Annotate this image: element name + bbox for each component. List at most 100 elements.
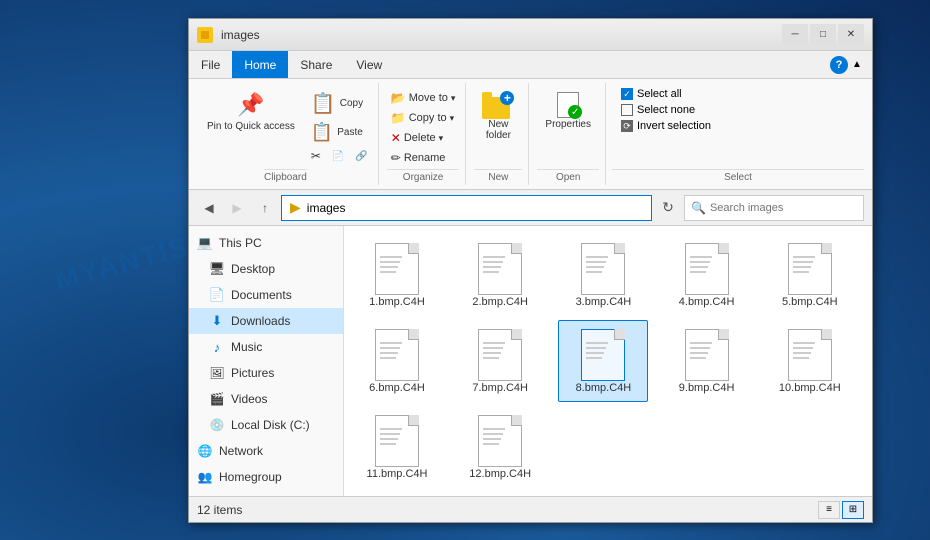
file-item[interactable]: 4.bmp.C4H bbox=[662, 234, 752, 316]
sidebar-item-music[interactable]: Music bbox=[189, 334, 343, 360]
file-name: 1.bmp.C4H bbox=[369, 296, 425, 309]
open-label: Open bbox=[537, 169, 599, 185]
invert-selection-button[interactable]: ⟳ Invert selection bbox=[618, 119, 858, 133]
details-view-button[interactable]: ≡ bbox=[818, 501, 840, 519]
delete-icon: ✕ bbox=[391, 131, 401, 145]
organize-label: Organize bbox=[387, 169, 460, 185]
forward-button[interactable]: ▶ bbox=[225, 196, 249, 220]
address-folder-icon: ▶ bbox=[290, 199, 301, 216]
file-item[interactable]: 2.bmp.C4H bbox=[455, 234, 545, 316]
window-controls: ─ □ ✕ bbox=[782, 24, 864, 46]
rename-button[interactable]: ✏ Rename bbox=[387, 149, 460, 167]
file-item[interactable]: 12.bmp.C4H bbox=[455, 406, 545, 488]
file-name: 4.bmp.C4H bbox=[679, 296, 735, 309]
delete-button[interactable]: ✕ Delete ▾ bbox=[387, 129, 460, 147]
pin-to-quick-access-button[interactable]: 📌 Pin to Quick access bbox=[199, 87, 303, 137]
sidebar-item-pictures[interactable]: Pictures bbox=[189, 360, 343, 386]
rename-icon: ✏ bbox=[391, 151, 401, 165]
file-paper-icon bbox=[478, 329, 522, 381]
tiles-view-button[interactable]: ⊞ bbox=[842, 501, 864, 519]
copy-path-button[interactable]: 📄 bbox=[328, 147, 348, 165]
properties-button[interactable]: ✓ Properties bbox=[537, 87, 599, 134]
file-name: 12.bmp.C4H bbox=[469, 468, 531, 481]
window-title: images bbox=[221, 28, 782, 42]
view-buttons: ≡ ⊞ bbox=[818, 501, 864, 519]
back-button[interactable]: ◀ bbox=[197, 196, 221, 220]
sidebar-item-local-disk[interactable]: Local Disk (C:) bbox=[189, 412, 343, 438]
clipboard-label: Clipboard bbox=[264, 169, 307, 185]
copy-button[interactable]: 📋 Copy bbox=[307, 89, 372, 118]
ribbon-collapse-button[interactable]: ▲ bbox=[848, 58, 866, 72]
title-bar: images ─ □ ✕ bbox=[189, 19, 872, 51]
window-icon bbox=[197, 27, 213, 43]
status-bar: 12 items ≡ ⊞ bbox=[189, 496, 872, 522]
menu-home[interactable]: Home bbox=[232, 51, 288, 78]
copy-to-button[interactable]: 📁 Copy to ▾ bbox=[387, 109, 460, 127]
desktop-icon bbox=[209, 261, 225, 277]
file-item[interactable]: 6.bmp.C4H bbox=[352, 320, 442, 402]
main-area: This PC Desktop Documents Downloads Musi… bbox=[189, 226, 872, 496]
paste-shortcut-icon: 🔗 bbox=[355, 151, 367, 162]
up-button[interactable]: ↑ bbox=[253, 196, 277, 220]
paste-shortcut-button[interactable]: 🔗 bbox=[351, 147, 371, 165]
file-item[interactable]: 5.bmp.C4H bbox=[765, 234, 855, 316]
menu-file[interactable]: File bbox=[189, 51, 232, 78]
move-to-dropdown-icon: ▾ bbox=[451, 93, 456, 104]
file-item[interactable]: 9.bmp.C4H bbox=[662, 320, 752, 402]
sidebar-item-this-pc[interactable]: This PC bbox=[189, 230, 343, 256]
file-item[interactable]: 1.bmp.C4H bbox=[352, 234, 442, 316]
file-paper-icon bbox=[788, 243, 832, 295]
file-item[interactable]: 3.bmp.C4H bbox=[558, 234, 648, 316]
network-icon bbox=[197, 443, 213, 459]
select-all-icon bbox=[621, 88, 633, 100]
help-button[interactable]: ? bbox=[830, 56, 848, 74]
clipboard-group: 📌 Pin to Quick access 📋 Copy 📋 Paste bbox=[193, 83, 379, 185]
sidebar-item-desktop[interactable]: Desktop bbox=[189, 256, 343, 282]
minimize-button[interactable]: ─ bbox=[782, 24, 808, 46]
file-name: 10.bmp.C4H bbox=[779, 382, 841, 395]
file-item[interactable]: 7.bmp.C4H bbox=[455, 320, 545, 402]
close-button[interactable]: ✕ bbox=[838, 24, 864, 46]
new-folder-button[interactable]: + New folder bbox=[474, 87, 522, 145]
copy-path-icon: 📄 bbox=[332, 151, 344, 162]
select-none-icon bbox=[621, 104, 633, 116]
file-icon bbox=[683, 241, 731, 292]
refresh-button[interactable]: ↻ bbox=[656, 196, 680, 220]
file-icon bbox=[373, 413, 421, 464]
file-paper-icon bbox=[478, 243, 522, 295]
file-name: 5.bmp.C4H bbox=[782, 296, 838, 309]
file-name: 9.bmp.C4H bbox=[679, 382, 735, 395]
select-none-button[interactable]: Select none bbox=[618, 103, 858, 117]
sidebar-item-videos[interactable]: Videos bbox=[189, 386, 343, 412]
maximize-button[interactable]: □ bbox=[810, 24, 836, 46]
address-bar: ◀ ▶ ↑ ▶ images ↻ 🔍 bbox=[189, 190, 872, 226]
new-folder-icon: + bbox=[482, 91, 514, 119]
sidebar-item-downloads[interactable]: Downloads bbox=[189, 308, 343, 334]
select-all-button[interactable]: Select all bbox=[618, 87, 858, 101]
move-to-button[interactable]: 📂 Move to ▾ bbox=[387, 89, 460, 107]
file-item[interactable]: 8.bmp.C4H bbox=[558, 320, 648, 402]
search-input[interactable] bbox=[710, 202, 857, 214]
pin-icon: 📌 bbox=[237, 91, 265, 119]
file-item[interactable]: 10.bmp.C4H bbox=[765, 320, 855, 402]
file-name: 6.bmp.C4H bbox=[369, 382, 425, 395]
downloads-icon bbox=[209, 313, 225, 329]
copy-icon: 📋 bbox=[311, 91, 336, 116]
menu-share[interactable]: Share bbox=[288, 51, 344, 78]
file-icon bbox=[476, 241, 524, 292]
file-area: 1.bmp.C4H 2.bmp.C4H3.bmp.C4H 4.bmp.C4H 5.bm… bbox=[344, 226, 872, 496]
cut-button[interactable]: ✂ bbox=[307, 147, 325, 165]
file-paper-icon bbox=[685, 329, 729, 381]
search-icon: 🔍 bbox=[691, 201, 706, 215]
search-box[interactable]: 🔍 bbox=[684, 195, 864, 221]
menu-view[interactable]: View bbox=[344, 51, 394, 78]
music-icon bbox=[209, 339, 225, 355]
scissors-icon: ✂ bbox=[311, 149, 321, 163]
sidebar-item-documents[interactable]: Documents bbox=[189, 282, 343, 308]
copy-to-dropdown-icon: ▾ bbox=[450, 113, 455, 124]
sidebar-item-network[interactable]: Network bbox=[189, 438, 343, 464]
sidebar-item-homegroup[interactable]: Homegroup bbox=[189, 464, 343, 490]
file-item[interactable]: 11.bmp.C4H bbox=[352, 406, 442, 488]
paste-button[interactable]: 📋 Paste bbox=[307, 120, 372, 145]
address-field[interactable]: ▶ images bbox=[281, 195, 652, 221]
